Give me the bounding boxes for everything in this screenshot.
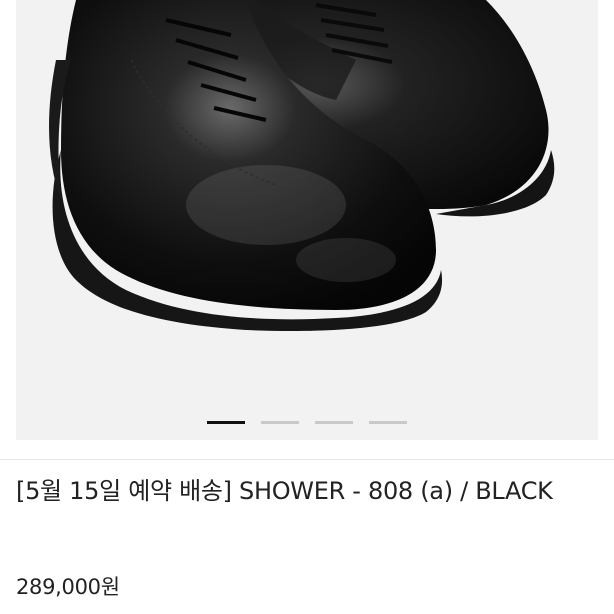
carousel-dot-3[interactable] [315,421,353,424]
product-price: 289,000원 [16,575,120,599]
product-title: [5월 15일 예약 배송] SHOWER - 808 (a) / BLACK [16,477,553,505]
carousel-pagination [16,421,598,424]
section-divider [0,459,614,460]
product-detail-page: [5월 15일 예약 배송] SHOWER - 808 (a) / BLACK … [0,0,614,614]
carousel-dot-1[interactable] [207,421,245,424]
product-image-carousel[interactable] [16,0,598,440]
product-image [49,0,555,332]
carousel-dot-4[interactable] [369,421,407,424]
carousel-dot-2[interactable] [261,421,299,424]
